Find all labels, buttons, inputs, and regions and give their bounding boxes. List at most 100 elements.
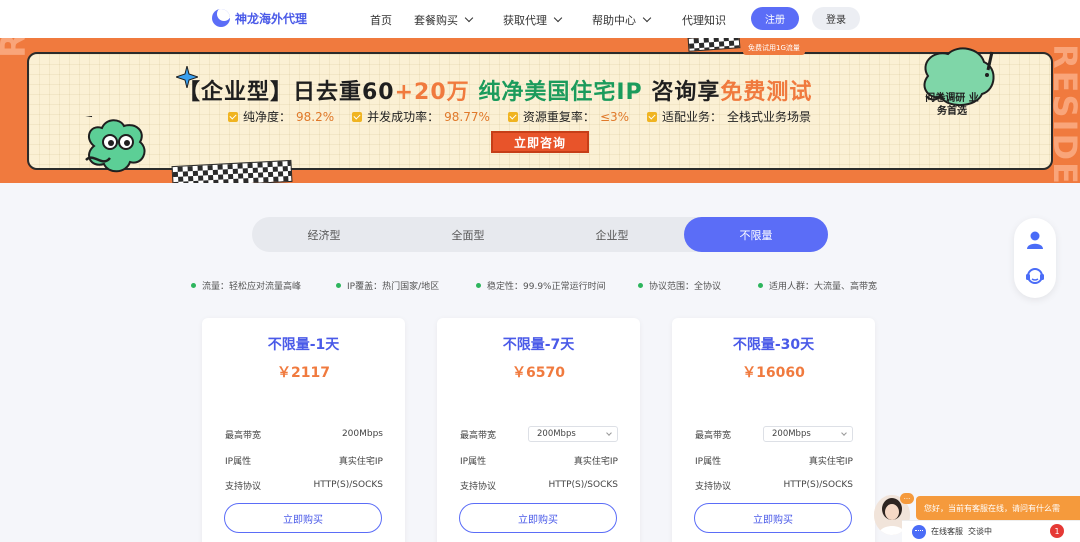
spec-row-protocol: 支持协议 HTTP(S)/SOCKS	[460, 476, 618, 494]
checker-pattern-decoration	[687, 38, 741, 52]
nav-item-packages[interactable]: 套餐购买	[414, 12, 474, 28]
nav-item-label: 代理知识	[682, 14, 726, 27]
bullet-dot-icon	[336, 283, 341, 288]
plan-card-title: 不限量-30天	[732, 337, 815, 353]
banner-feature: 并发成功率： 98.77%	[352, 108, 490, 125]
spec-label: 最高带宽	[225, 430, 262, 441]
plan-feature: 适用人群：大流量、高带宽	[758, 279, 877, 292]
plan-feature-text: 适用人群：大流量、高带宽	[769, 282, 878, 292]
spec-row-bandwidth: 最高带宽 200Mbps	[225, 425, 383, 443]
plan-card-price: ￥2117	[277, 365, 330, 381]
nav-item-get-proxy[interactable]: 获取代理	[503, 12, 563, 28]
banner-feature: 适配业务： 全栈式业务场景	[647, 108, 811, 125]
feature-value: ≤3%	[599, 109, 630, 124]
feature-label: 适配业务：	[662, 110, 723, 124]
spec-row-bandwidth: 最高带宽 200Mbps	[460, 425, 618, 443]
check-icon	[228, 111, 238, 122]
spec-row-protocol: 支持协议 HTTP(S)/SOCKS	[225, 476, 383, 494]
banner-headline: 【企业型】日去重60+20万 纯净美国住宅IP 咨询享免费测试	[178, 74, 812, 106]
plan-feature-text: 协议范围：全协议	[649, 282, 722, 292]
nav-item-label: 获取代理	[503, 14, 547, 27]
feature-label: 并发成功率：	[367, 110, 440, 124]
spec-label: 支持协议	[695, 481, 732, 492]
headline-part: 免费测试	[720, 80, 813, 105]
feature-value: 98.77%	[444, 109, 490, 124]
check-icon	[647, 111, 658, 122]
headline-part: 【企业型】日去重60	[178, 80, 395, 105]
spec-value: 真实住宅IP	[808, 456, 853, 467]
online-support-label: 在线客服	[931, 527, 963, 536]
chat-bubble-icon	[912, 524, 926, 539]
nav-item-label: 帮助中心	[592, 14, 636, 27]
feature-value: 98.2%	[296, 109, 335, 124]
consult-now-button[interactable]: 立即咨询	[491, 131, 589, 153]
plan-feature-text: 流量：轻松应对流量高峰	[202, 282, 302, 292]
tab-economy[interactable]: 经济型	[252, 217, 396, 252]
plan-features-row: 流量：轻松应对流量高峰 IP覆盖：热门国家/地区 稳定性：99.9%正常运行时间…	[0, 279, 1080, 293]
spec-value: HTTP(S)/SOCKS	[313, 480, 384, 490]
select-value: 200Mbps	[537, 429, 576, 439]
plan-card-price: ￥16060	[742, 365, 805, 381]
chevron-down-icon	[606, 430, 612, 436]
headline-part: +20万	[394, 80, 470, 105]
nav-item-label: 套餐购买	[414, 14, 458, 27]
spec-value: 真实住宅IP	[338, 456, 383, 467]
spec-label: 支持协议	[460, 481, 497, 492]
feature-label: 纯净度：	[243, 110, 292, 124]
plan-feature: IP覆盖：热门国家/地区	[336, 279, 439, 292]
login-button[interactable]: 登录	[812, 7, 860, 30]
tab-comprehensive[interactable]: 全面型	[396, 217, 540, 252]
buy-now-button[interactable]: 立即购买	[224, 503, 382, 533]
user-icon[interactable]	[1025, 230, 1045, 250]
spec-row-ip: IP属性 真实住宅IP	[225, 451, 383, 469]
spec-value: HTTP(S)/SOCKS	[783, 480, 854, 490]
logo-icon	[212, 9, 230, 27]
check-icon	[352, 111, 363, 122]
chat-typing-indicator: ···	[900, 493, 914, 504]
feature-value: 全栈式业务场景	[727, 110, 812, 124]
spec-value: 200Mbps	[341, 429, 383, 439]
bandwidth-select[interactable]: 200Mbps	[528, 426, 618, 442]
chevron-down-icon	[642, 13, 652, 23]
nav-item-proxy-knowledge[interactable]: 代理知识	[682, 12, 726, 28]
plan-card: 不限量-30天 ￥16060 最高带宽 200Mbps IP属性 真实住宅IP …	[672, 318, 875, 542]
feature-label: 资源重复率：	[522, 110, 595, 124]
bandwidth-select[interactable]: 200Mbps	[763, 426, 853, 442]
buy-now-button[interactable]: 立即购买	[459, 503, 617, 533]
nav-item-help-center[interactable]: 帮助中心	[592, 12, 652, 28]
select-value: 200Mbps	[772, 429, 811, 439]
spec-label: IP属性	[695, 456, 722, 467]
tab-enterprise[interactable]: 企业型	[540, 217, 684, 252]
logo[interactable]: 神龙海外代理	[212, 9, 307, 27]
chat-message-bubble[interactable]: 您好，当前有客服在线，请问有什么需	[916, 496, 1080, 520]
spec-label: 最高带宽	[695, 430, 732, 441]
plan-card: 不限量-7天 ￥6570 最高带宽 200Mbps IP属性 真实住宅IP 支持…	[437, 318, 640, 542]
tab-unlimited[interactable]: 不限量	[684, 217, 828, 252]
banner-feature: 纯净度： 98.2%	[228, 108, 334, 125]
chat-status-label: 交谈中	[968, 527, 992, 536]
bullet-dot-icon	[191, 283, 196, 288]
banner-feature: 资源重复率： ≤3%	[507, 108, 630, 125]
chevron-down-icon	[553, 13, 563, 23]
bullet-dot-icon	[476, 283, 481, 288]
plan-feature: 稳定性：99.9%正常运行时间	[476, 279, 606, 292]
promo-banner[interactable]: RESIDENTIAL RESIDENTIAL 免费试用1G流量 【企业型】日去…	[0, 38, 1080, 183]
survey-badge-text: 问卷调研 业务首选	[925, 93, 979, 117]
spec-row-ip: IP属性 真实住宅IP	[460, 451, 618, 469]
register-button[interactable]: 注册	[751, 7, 799, 30]
plan-card-price: ￥6570	[512, 365, 565, 381]
nav-item-label: 首页	[370, 14, 392, 27]
spec-label: 最高带宽	[460, 430, 497, 441]
plan-feature: 流量：轻松应对流量高峰	[191, 279, 301, 292]
plan-card: 不限量-1天 ￥2117 最高带宽 200Mbps IP属性 真实住宅IP 支持…	[202, 318, 405, 542]
spec-label: 支持协议	[225, 481, 262, 492]
buy-now-button[interactable]: 立即购买	[694, 503, 852, 533]
mascot-left-icon	[84, 116, 146, 173]
spec-row-protocol: 支持协议 HTTP(S)/SOCKS	[695, 476, 853, 494]
plan-card-title: 不限量-7天	[502, 337, 575, 353]
plan-card-title: 不限量-1天	[267, 337, 340, 353]
nav-item-home[interactable]: 首页	[370, 12, 392, 28]
plan-feature-text: 稳定性：99.9%正常运行时间	[487, 282, 606, 292]
customer-service-icon[interactable]	[1025, 266, 1045, 286]
plan-feature-text: IP覆盖：热门国家/地区	[347, 282, 440, 292]
